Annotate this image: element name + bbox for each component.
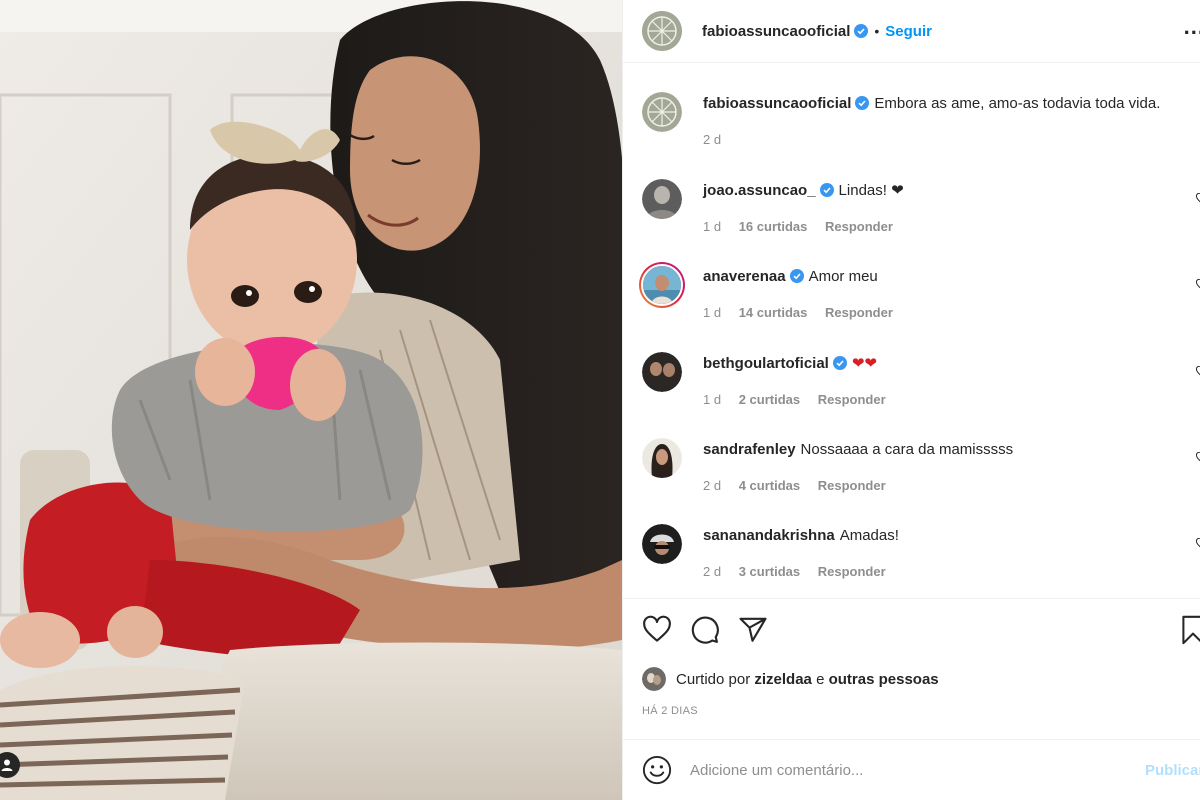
post-photo — [0, 0, 622, 800]
comment-meta: 1 d 2 curtidas Responder — [703, 392, 900, 407]
caption-avatar-image — [642, 92, 682, 132]
caption-username[interactable]: fabioassuncaooficial — [703, 95, 851, 112]
commenter-avatar-image — [642, 179, 682, 219]
story-ring — [641, 264, 683, 306]
post-date[interactable]: HÁ 2 DIAS — [642, 705, 698, 717]
liked-by-others[interactable]: outras pessoas — [829, 671, 939, 688]
more-icon[interactable]: ... — [1184, 14, 1200, 40]
verified-icon — [832, 356, 847, 370]
bookmark-icon[interactable] — [1181, 615, 1200, 645]
share-icon[interactable] — [738, 615, 768, 645]
commenter-avatar-image — [643, 266, 681, 304]
comment-time[interactable]: 1 d — [703, 305, 721, 320]
comment-time[interactable]: 1 d — [703, 392, 721, 407]
comment-text: Nossaaaa a cara da mamisssss — [800, 441, 1014, 458]
commenter-avatar[interactable] — [642, 524, 682, 564]
comment-icon[interactable] — [690, 615, 720, 645]
comment-like-icon[interactable] — [1196, 279, 1200, 291]
comment-likes[interactable]: 14 curtidas — [739, 305, 808, 320]
publish-button[interactable]: Publicar — [1145, 762, 1200, 779]
author-avatar[interactable] — [642, 11, 682, 51]
reply-button[interactable]: Responder — [825, 305, 893, 320]
post-side-panel: fabioassuncaooficial • Seguir ... fabioa… — [622, 0, 1200, 800]
emoji-icon[interactable] — [642, 755, 672, 785]
comment-like-icon[interactable] — [1196, 538, 1200, 550]
user-tag-icon — [1, 759, 13, 771]
comment-username[interactable]: bethgoulartoficial — [703, 355, 829, 372]
comment-meta: 1 d 16 curtidas Responder — [703, 219, 907, 234]
comment-meta: 1 d 14 curtidas Responder — [703, 305, 907, 320]
action-icons — [642, 615, 768, 645]
comment-time[interactable]: 1 d — [703, 219, 721, 234]
comment-input[interactable] — [690, 761, 1130, 779]
reply-button[interactable]: Responder — [818, 564, 886, 579]
commenter-avatar-image — [642, 352, 682, 392]
commenter-avatar[interactable] — [639, 262, 685, 308]
post-header: fabioassuncaooficial • Seguir ... — [623, 0, 1200, 63]
caption-time[interactable]: 2 d — [703, 132, 721, 147]
comment-text: Amor meu — [808, 268, 878, 285]
verified-icon — [855, 96, 870, 110]
author-username[interactable]: fabioassuncaooficial — [702, 23, 850, 40]
reply-button[interactable]: Responder — [825, 219, 893, 234]
comment-likes[interactable]: 3 curtidas — [739, 564, 800, 579]
liker-avatar-image — [642, 667, 666, 691]
comment-likes[interactable]: 4 curtidas — [739, 478, 800, 493]
liked-by-connector: e — [816, 670, 825, 688]
add-comment-bar: Publicar — [623, 739, 1200, 800]
comment-username[interactable]: sandrafenley — [703, 441, 796, 458]
comment-username[interactable]: joao.assuncao_ — [703, 182, 816, 199]
commenter-avatar[interactable] — [642, 179, 682, 219]
comment-text: Lindas! ❤ — [838, 182, 904, 199]
caption-meta: 2 d — [703, 132, 735, 147]
comment-likes[interactable]: 2 curtidas — [739, 392, 800, 407]
comment-meta: 2 d 3 curtidas Responder — [703, 564, 900, 579]
commenter-avatar[interactable] — [642, 352, 682, 392]
comment-time[interactable]: 2 d — [703, 564, 721, 579]
comment-time[interactable]: 2 d — [703, 478, 721, 493]
reply-button[interactable]: Responder — [818, 478, 886, 493]
comment-meta: 2 d 4 curtidas Responder — [703, 478, 900, 493]
verified-icon — [819, 183, 834, 197]
reply-button[interactable]: Responder — [818, 392, 886, 407]
comment-username[interactable]: sananandakrishna — [703, 527, 835, 544]
comment-like-icon[interactable] — [1196, 193, 1200, 205]
commenter-avatar-image — [642, 524, 682, 564]
follow-button[interactable]: Seguir — [885, 23, 932, 40]
author-avatar-image — [642, 11, 682, 51]
comment-likes[interactable]: 16 curtidas — [739, 219, 808, 234]
comment-like-icon[interactable] — [1196, 366, 1200, 378]
comment-text: Amadas! — [839, 527, 899, 544]
commenter-avatar-image — [642, 438, 682, 478]
separator-dot: • — [874, 23, 880, 39]
liked-by: Curtido por zizeldaa e outras pessoas — [642, 667, 939, 691]
liked-by-user[interactable]: zizeldaa — [754, 671, 812, 688]
verified-icon — [789, 269, 804, 283]
post-actions: Curtido por zizeldaa e outras pessoas HÁ… — [623, 598, 1200, 739]
commenter-avatar[interactable] — [642, 438, 682, 478]
liked-by-prefix: Curtido por — [676, 670, 751, 688]
caption-author-avatar[interactable] — [642, 92, 682, 132]
caption-text: Embora as ame, amo-as todavia toda vida. — [874, 95, 1161, 112]
heart-icon[interactable] — [642, 615, 672, 645]
comment-like-icon[interactable] — [1196, 452, 1200, 464]
comment-username[interactable]: anaverenaa — [703, 268, 786, 285]
verified-icon — [854, 24, 869, 38]
comment-text: ❤❤ — [851, 355, 877, 372]
liker-avatar[interactable] — [642, 667, 666, 691]
comments-list[interactable]: fabioassuncaooficial Embora as ame, amo-a… — [623, 64, 1200, 598]
photo-illustration — [0, 0, 622, 800]
